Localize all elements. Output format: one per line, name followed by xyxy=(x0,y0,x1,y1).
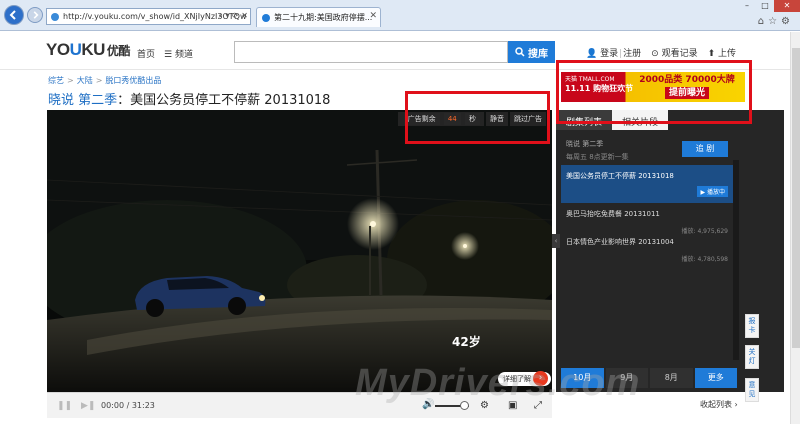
collapse-list-label: 收起列表 xyxy=(700,400,732,409)
next-episode-icon[interactable]: ▶❚ xyxy=(81,401,95,411)
search-input[interactable] xyxy=(234,41,508,63)
nav-channel-label: 频道 xyxy=(174,50,193,60)
list-item[interactable]: 日本情色产业影响世界 20131004 播放: 4,780,598 xyxy=(561,231,733,269)
history-group[interactable]: ⊙ 观看记录 xyxy=(651,46,697,59)
settings-icon[interactable]: ⚙ xyxy=(781,16,794,27)
video-player[interactable]: 广告剩余 44 秒 静音 跳过广告 42岁 详细了解 › xyxy=(47,110,552,392)
show-title-link[interactable]: 晓说 第二季 xyxy=(48,93,117,108)
youku-favicon-icon xyxy=(262,13,270,22)
episode-title: 美国公务员停工不停薪 20131018 xyxy=(566,172,674,180)
browser-tools: ⌂☆⚙ xyxy=(758,16,794,27)
ad-caption: 42岁 xyxy=(452,335,481,349)
nav-channel-link[interactable]: ☰ 频道 xyxy=(164,47,193,60)
page-scrollbar[interactable] xyxy=(790,32,800,424)
back-button[interactable] xyxy=(4,5,24,25)
history-link: 观看记录 xyxy=(661,49,698,59)
youku-logo[interactable]: YOUKU 优酷 xyxy=(46,40,130,60)
time-display: 00:00 / 31:23 xyxy=(101,401,155,410)
upload-icon: ⬆ xyxy=(707,49,716,59)
follow-show-button[interactable]: 追 剧 xyxy=(682,141,728,157)
player-controls: ❚❚ ▶❚ 00:00 / 31:23 🔊 ⚙ ▣ ⤢ xyxy=(47,392,552,418)
annotation-box xyxy=(556,60,752,124)
ie-page-icon xyxy=(51,12,59,21)
settings-gear-icon[interactable]: ⚙ xyxy=(480,400,489,411)
address-bar[interactable]: http://v.youku.com/v_show/id_XNjIyNzI3OT… xyxy=(46,8,251,25)
quality-icon[interactable]: ▣ xyxy=(508,400,517,411)
episode-title: 日本情色产业影响世界 20131004 xyxy=(566,238,674,246)
collapse-list-link[interactable]: 收起列表 › xyxy=(700,399,738,410)
episode-status: 播放中 xyxy=(706,189,725,196)
episode-title: 奥巴马抬吃免费餐 20131011 xyxy=(566,210,660,218)
minimize-icon[interactable]: – xyxy=(738,0,756,12)
divider: | xyxy=(619,49,623,59)
favorites-icon[interactable]: ☆ xyxy=(768,16,781,27)
scrollbar-thumb[interactable] xyxy=(792,48,800,348)
title-colon: ： xyxy=(117,93,131,108)
report-button[interactable]: 报卡 xyxy=(745,314,759,338)
browser-tab[interactable]: 第二十九期:美国政府停摆... ✕ xyxy=(256,7,381,27)
forward-arrow-icon xyxy=(33,11,39,19)
search-button[interactable]: 搜库 xyxy=(508,41,555,63)
forward-button[interactable] xyxy=(27,7,43,23)
fullscreen-icon[interactable]: ⤢ xyxy=(534,400,542,411)
volume-icon[interactable]: 🔊 xyxy=(422,399,434,410)
breadcrumb-separator-icon: > xyxy=(95,76,103,85)
nav-home-link[interactable]: 首页 xyxy=(137,47,155,60)
user-links: 👤 登录|注册 ⊙ 观看记录 ⬆ 上传 xyxy=(586,46,736,59)
breadcrumb: 综艺 > 大陆 > 脱口秀优酷出品 xyxy=(48,75,161,86)
play-icon: ▶ xyxy=(700,189,706,196)
now-playing-badge: ▶ 播放中 xyxy=(697,186,728,197)
maximize-icon[interactable]: □ xyxy=(756,0,774,12)
upload-link: 上传 xyxy=(718,49,737,59)
episode-title: 美国公务员停工不停薪 20131018 xyxy=(130,93,331,108)
breadcrumb-item[interactable]: 综艺 xyxy=(48,76,64,85)
more-months-button[interactable]: 更多 xyxy=(694,368,737,388)
playlist-schedule: 每周五 8点更新一集 xyxy=(566,153,629,161)
search-icon xyxy=(515,47,525,57)
chevron-right-icon[interactable]: › xyxy=(533,371,548,386)
play-pause-icon[interactable]: ❚❚ xyxy=(57,401,72,411)
register-link[interactable]: 注册 xyxy=(623,49,641,59)
month-tab[interactable]: 8月 xyxy=(650,368,693,388)
logo-text: YOUKU xyxy=(46,40,105,59)
month-tab[interactable]: 9月 xyxy=(605,368,648,388)
tab-close-icon[interactable]: ✕ xyxy=(369,11,377,21)
user-icon: 👤 xyxy=(586,49,598,59)
volume-knob[interactable] xyxy=(459,401,469,410)
search-button-label: 搜库 xyxy=(528,48,548,60)
tab-title: 第二十九期:美国政府停摆... xyxy=(274,13,373,22)
window-controls: – □ ✕ xyxy=(738,0,800,12)
breadcrumb-separator-icon: > xyxy=(67,76,74,85)
back-arrow-icon xyxy=(9,10,16,20)
history-icon: ⊙ xyxy=(651,49,659,59)
close-window-icon[interactable]: ✕ xyxy=(774,0,800,12)
address-tools-icon[interactable]: ⌕ ▾ ⟳ ✕ xyxy=(218,11,248,21)
list-item[interactable]: 美国公务员停工不停薪 20131018 ▶ 播放中 xyxy=(561,165,733,203)
feedback-button[interactable]: 意见 xyxy=(745,378,759,402)
login-link[interactable]: 登录 xyxy=(600,49,618,59)
upload-group[interactable]: ⬆ 上传 xyxy=(708,46,736,59)
browser-chrome: http://v.youku.com/v_show/id_XNjIyNzI3OT… xyxy=(0,0,800,31)
panel-collapse-arrow-icon[interactable]: ‹ xyxy=(552,234,560,248)
logo-cn: 优酷 xyxy=(106,44,131,58)
month-selector: 10月 9月 8月 更多 xyxy=(561,368,739,388)
episode-play-count: 播放: 4,780,598 xyxy=(681,256,728,263)
annotation-box xyxy=(405,91,550,144)
month-tab[interactable]: 10月 xyxy=(561,368,604,388)
breadcrumb-item[interactable]: 脱口秀优酷出品 xyxy=(105,76,161,85)
chevron-right-icon: › xyxy=(734,400,738,409)
page-title: 晓说 第二季：美国公务员停工不停薪 20131018 xyxy=(48,89,330,108)
playlist-show-name: 晓说 第二季 xyxy=(566,140,604,148)
login-group: 👤 登录|注册 xyxy=(586,46,641,59)
lights-off-button[interactable]: 关灯 xyxy=(745,345,759,369)
home-icon[interactable]: ⌂ xyxy=(758,16,768,27)
breadcrumb-item[interactable]: 大陆 xyxy=(77,76,93,85)
playlist-scrollbar[interactable] xyxy=(733,160,739,360)
